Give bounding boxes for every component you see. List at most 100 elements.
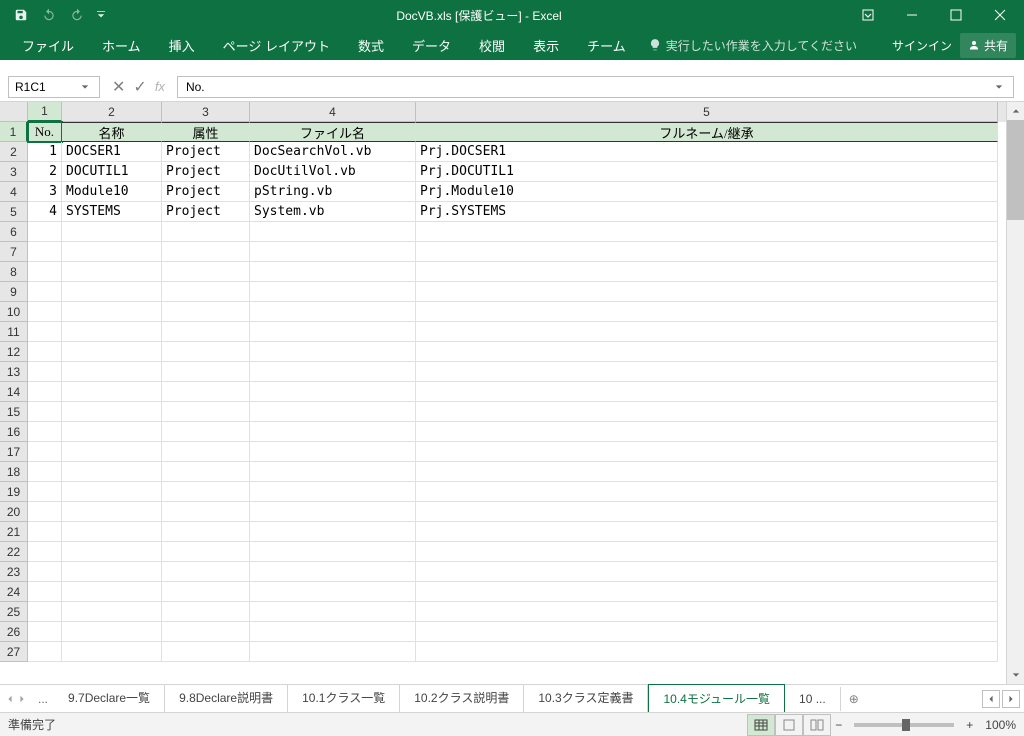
cell[interactable] [250, 382, 416, 402]
view-normal[interactable] [747, 714, 775, 736]
row-header[interactable]: 7 [0, 242, 28, 262]
row-header[interactable]: 18 [0, 462, 28, 482]
cell[interactable] [162, 582, 250, 602]
cell[interactable] [416, 422, 998, 442]
name-box-dropdown[interactable] [77, 83, 93, 91]
cell[interactable] [162, 242, 250, 262]
cell[interactable] [62, 322, 162, 342]
cancel-icon[interactable]: ✕ [112, 77, 125, 97]
cell[interactable] [28, 422, 62, 442]
row-header[interactable]: 24 [0, 582, 28, 602]
zoom-slider[interactable] [854, 723, 954, 727]
cell[interactable] [62, 222, 162, 242]
redo-button[interactable] [64, 2, 90, 28]
fx-icon[interactable]: fx [155, 79, 165, 94]
cell[interactable] [416, 442, 998, 462]
cell[interactable] [416, 542, 998, 562]
cell[interactable] [28, 362, 62, 382]
formula-input[interactable]: No. [177, 76, 1014, 98]
row-header[interactable]: 14 [0, 382, 28, 402]
cell[interactable] [62, 562, 162, 582]
sheet-tab[interactable]: 9.7Declare一覧 [54, 684, 165, 714]
cell[interactable] [62, 542, 162, 562]
cell[interactable] [416, 302, 998, 322]
cell[interactable] [62, 422, 162, 442]
cell[interactable] [62, 342, 162, 362]
cell[interactable]: Prj.Module10 [416, 182, 998, 202]
cell[interactable]: Prj.DOCUTIL1 [416, 162, 998, 182]
cell[interactable] [416, 402, 998, 422]
tab-file[interactable]: ファイル [8, 30, 88, 61]
cell[interactable] [62, 242, 162, 262]
cell[interactable] [162, 342, 250, 362]
cell[interactable]: DocSearchVol.vb [250, 142, 416, 162]
cell[interactable] [28, 322, 62, 342]
sheet-tab[interactable]: 10.2クラス説明書 [400, 684, 524, 714]
row-header[interactable]: 3 [0, 162, 28, 182]
signin-link[interactable]: サインイン [892, 37, 952, 54]
cell[interactable] [62, 582, 162, 602]
zoom-in-button[interactable]: + [962, 718, 977, 732]
cell[interactable] [416, 642, 998, 662]
cell[interactable] [62, 442, 162, 462]
cell[interactable]: SYSTEMS [62, 202, 162, 222]
cell[interactable] [28, 482, 62, 502]
row-header[interactable]: 11 [0, 322, 28, 342]
cell[interactable] [28, 382, 62, 402]
cell[interactable] [416, 222, 998, 242]
column-header[interactable]: 4 [250, 102, 416, 122]
cell[interactable] [250, 582, 416, 602]
cell[interactable]: Project [162, 202, 250, 222]
cell[interactable] [162, 262, 250, 282]
cell[interactable] [250, 242, 416, 262]
cell[interactable]: Module10 [62, 182, 162, 202]
cell[interactable] [250, 262, 416, 282]
tab-nav-next[interactable] [18, 692, 26, 706]
cell[interactable]: No. [28, 122, 62, 142]
cell[interactable] [162, 302, 250, 322]
cell[interactable] [416, 362, 998, 382]
tell-me-search[interactable]: 実行したい作業を入力してください [648, 37, 857, 54]
cell[interactable] [162, 422, 250, 442]
cell[interactable]: Project [162, 142, 250, 162]
maximize-button[interactable] [936, 0, 976, 30]
cell[interactable] [250, 562, 416, 582]
cell[interactable] [250, 442, 416, 462]
ribbon-tab[interactable]: 表示 [519, 30, 573, 61]
cell[interactable]: Prj.DOCSER1 [416, 142, 998, 162]
formula-expand[interactable] [995, 80, 1011, 94]
cell[interactable] [250, 462, 416, 482]
cell[interactable]: Prj.SYSTEMS [416, 202, 998, 222]
cell[interactable] [250, 222, 416, 242]
cell[interactable] [62, 402, 162, 422]
cell[interactable] [250, 622, 416, 642]
cell[interactable] [162, 442, 250, 462]
cell[interactable] [28, 402, 62, 422]
cell[interactable]: 4 [28, 202, 62, 222]
cell[interactable] [162, 362, 250, 382]
row-header[interactable]: 2 [0, 142, 28, 162]
cell[interactable] [62, 302, 162, 322]
cell[interactable]: Project [162, 162, 250, 182]
sheet-tab[interactable]: 10.4モジュール一覧 [648, 684, 785, 714]
cell[interactable] [162, 542, 250, 562]
cell[interactable] [250, 402, 416, 422]
cell[interactable]: pString.vb [250, 182, 416, 202]
cell[interactable] [250, 302, 416, 322]
cell[interactable] [28, 562, 62, 582]
column-header[interactable]: 3 [162, 102, 250, 122]
cell[interactable] [416, 242, 998, 262]
cell[interactable] [62, 262, 162, 282]
cell[interactable] [162, 322, 250, 342]
share-button[interactable]: 共有 [960, 33, 1016, 58]
ribbon-tab[interactable]: チーム [573, 30, 640, 61]
cell[interactable] [250, 602, 416, 622]
cell[interactable] [162, 462, 250, 482]
cell[interactable] [250, 362, 416, 382]
cell[interactable] [250, 342, 416, 362]
column-header[interactable]: 5 [416, 102, 998, 122]
ribbon-tab[interactable]: ページ レイアウト [209, 30, 344, 61]
name-box[interactable]: R1C1 [8, 76, 100, 98]
cell[interactable] [162, 482, 250, 502]
cell[interactable] [162, 282, 250, 302]
